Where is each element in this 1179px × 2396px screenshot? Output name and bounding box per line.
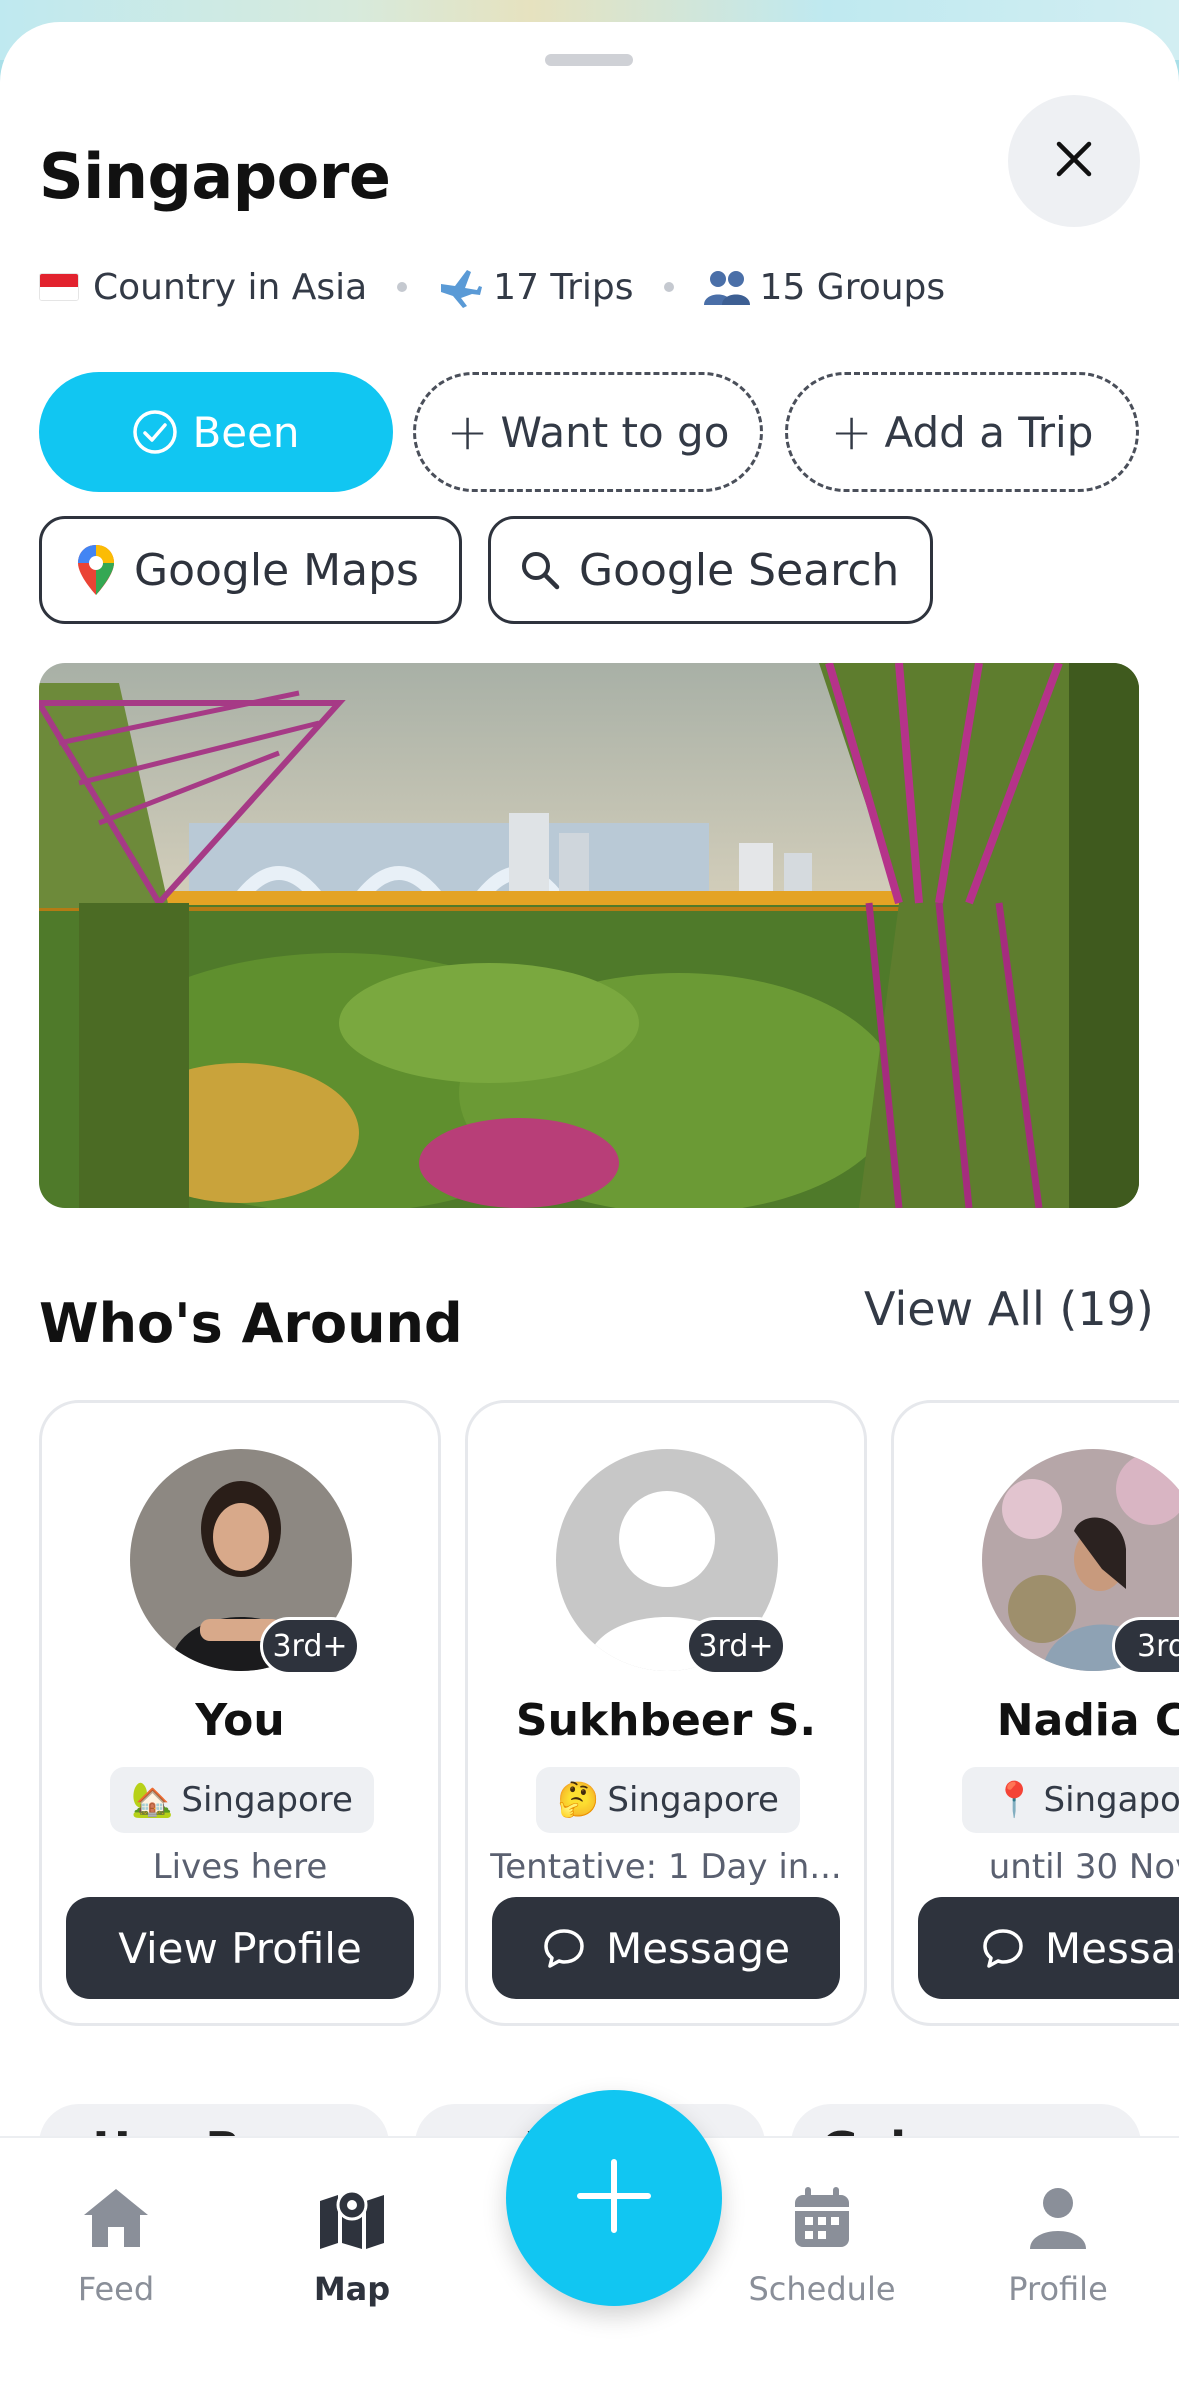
add-trip-label: Add a Trip xyxy=(884,407,1094,457)
want-to-go-chip[interactable]: + Want to go xyxy=(413,372,763,492)
close-icon xyxy=(1055,140,1093,182)
plus-icon xyxy=(574,2156,654,2240)
tab-profile[interactable]: Profile xyxy=(958,2180,1158,2308)
view-profile-button[interactable]: View Profile xyxy=(66,1897,414,1999)
location-pill: 🤔 Singapore xyxy=(536,1767,800,1833)
location-label: Singapor xyxy=(1043,1780,1179,1820)
message-button[interactable]: Messag xyxy=(918,1897,1179,1999)
person-name: You xyxy=(195,1695,285,1746)
check-circle-icon xyxy=(132,409,178,455)
home-icon xyxy=(16,2180,216,2256)
message-label: Message xyxy=(605,1923,791,1973)
google-search-label: Google Search xyxy=(579,544,900,596)
connection-badge: 3rd+ xyxy=(686,1617,786,1675)
close-button[interactable] xyxy=(1008,95,1140,227)
tab-map[interactable]: Map xyxy=(252,2180,452,2308)
location-pill: 🏡 Singapore xyxy=(110,1767,374,1833)
person-card[interactable]: 3rd Nadia C 📍 Singapor until 30 Nov Mess… xyxy=(891,1400,1179,2026)
singapore-flag-icon xyxy=(39,273,79,301)
message-button[interactable]: Message xyxy=(492,1897,840,1999)
country-label: Country in Asia xyxy=(93,266,368,308)
sheet-drag-handle[interactable] xyxy=(545,54,633,66)
location-pill: 📍 Singapor xyxy=(962,1767,1179,1833)
connection-badge: 3rd+ xyxy=(260,1617,360,1675)
plus-icon: + xyxy=(830,403,873,461)
person-status: Lives here xyxy=(152,1847,328,1887)
location-bottom-sheet: Singapore Country in Asia 17 Trips 15 Gr… xyxy=(0,22,1179,2396)
map-pin-icon xyxy=(76,543,116,597)
home-icon: 🏡 xyxy=(131,1780,174,1820)
plus-icon: + xyxy=(446,403,489,461)
been-chip[interactable]: Been xyxy=(39,372,393,492)
person-icon xyxy=(958,2180,1158,2256)
chat-bubble-icon xyxy=(981,1927,1025,1969)
pin-icon: 📍 xyxy=(993,1780,1036,1820)
search-icon xyxy=(519,549,561,591)
location-meta: Country in Asia 17 Trips 15 Groups xyxy=(39,262,945,312)
person-status: Tentative: 1 Day in... xyxy=(490,1847,842,1887)
view-all-link[interactable]: View All (19) xyxy=(864,1282,1154,1336)
person-card[interactable]: 3rd+ You 🏡 Singapore Lives here View Pro… xyxy=(39,1400,441,2026)
trips-count[interactable]: 17 Trips xyxy=(493,267,633,308)
tab-label: Feed xyxy=(77,2270,155,2308)
person-status: until 30 Nov xyxy=(988,1847,1179,1887)
tab-label: Profile xyxy=(1008,2270,1108,2308)
add-fab-button[interactable] xyxy=(506,2090,722,2306)
calendar-icon xyxy=(722,2180,922,2256)
connection-badge: 3rd xyxy=(1112,1617,1179,1675)
airplane-icon xyxy=(437,264,483,310)
add-trip-chip[interactable]: + Add a Trip xyxy=(785,372,1139,492)
google-maps-button[interactable]: Google Maps xyxy=(39,516,462,624)
view-profile-label: View Profile xyxy=(118,1923,362,1973)
google-search-button[interactable]: Google Search xyxy=(488,516,933,624)
location-hero-image xyxy=(39,663,1139,1208)
tab-label: Schedule xyxy=(748,2270,896,2308)
person-name: Nadia C xyxy=(996,1695,1179,1746)
map-icon xyxy=(252,2180,452,2256)
people-icon xyxy=(703,267,750,307)
been-label: Been xyxy=(192,407,300,457)
person-name: Sukhbeer S. xyxy=(515,1695,817,1746)
separator-dot xyxy=(663,282,674,292)
thinking-icon: 🤔 xyxy=(557,1780,600,1820)
separator-dot xyxy=(397,282,408,292)
location-label: Singapore xyxy=(607,1780,779,1820)
groups-count[interactable]: 15 Groups xyxy=(760,267,946,308)
location-label: Singapore xyxy=(181,1780,353,1820)
location-title: Singapore xyxy=(39,140,391,213)
tab-schedule[interactable]: Schedule xyxy=(722,2180,922,2308)
person-card[interactable]: 3rd+ Sukhbeer S. 🤔 Singapore Tentative: … xyxy=(465,1400,867,2026)
chat-bubble-icon xyxy=(542,1927,586,1969)
tab-feed[interactable]: Feed xyxy=(16,2180,216,2308)
whos-around-title: Who's Around xyxy=(39,1292,463,1355)
google-maps-label: Google Maps xyxy=(134,544,419,596)
tab-label: Map xyxy=(313,2270,391,2308)
message-label: Messag xyxy=(1044,1923,1179,1973)
want-to-go-label: Want to go xyxy=(500,407,730,457)
